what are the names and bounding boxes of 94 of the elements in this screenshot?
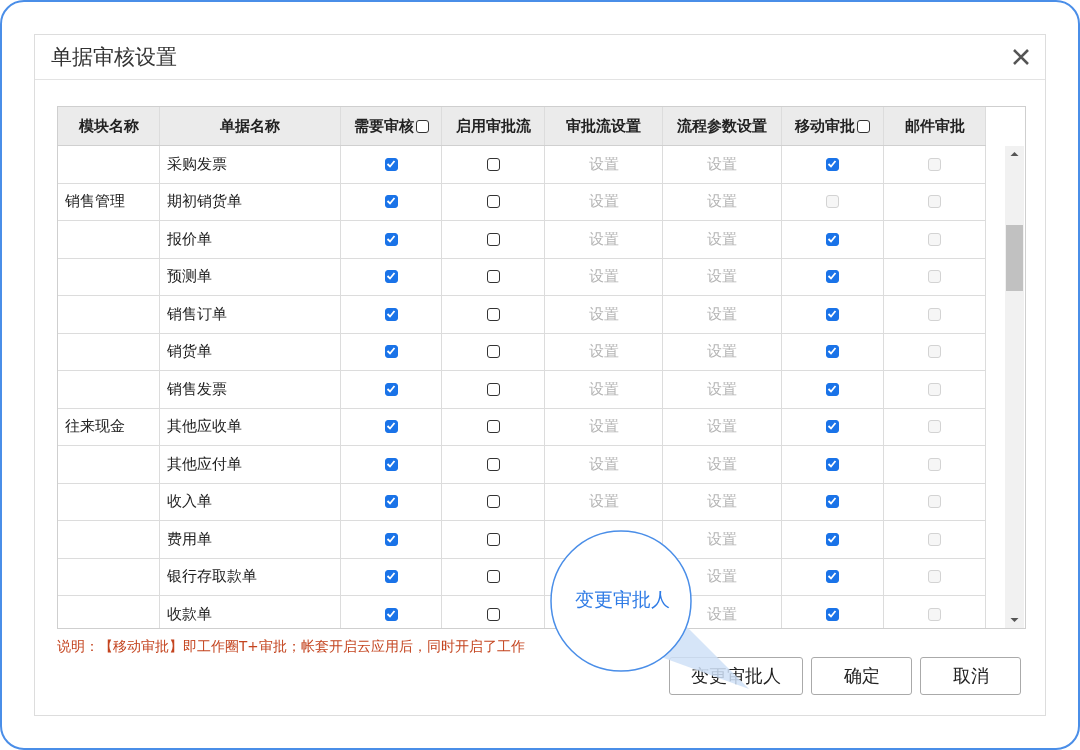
settings-link[interactable]: 设置 — [588, 379, 619, 399]
document-name: 销售订单 — [167, 304, 227, 324]
checkbox[interactable] — [384, 345, 398, 359]
document-name: 期初销货单 — [167, 192, 242, 212]
document-name: 费用单 — [167, 529, 212, 549]
checkbox[interactable] — [826, 232, 839, 246]
column-header: 审批流设置 — [566, 116, 641, 136]
document-name: 收入单 — [167, 492, 212, 512]
settings-link[interactable]: 设置 — [707, 154, 737, 174]
checkbox[interactable] — [384, 232, 398, 246]
note-text: 说明：【移动审批】即工作圈T+审批；帐套开启云应用后，同时开启了工作 — [57, 638, 525, 654]
checkbox[interactable] — [384, 270, 398, 284]
checkbox[interactable] — [384, 157, 398, 171]
settings-link[interactable]: 设置 — [707, 192, 737, 212]
scrollbar[interactable] — [1005, 146, 1024, 628]
column-header: 邮件审批 — [904, 116, 965, 136]
scroll-thumb[interactable] — [1006, 225, 1023, 291]
document-name: 其他应收单 — [167, 417, 242, 437]
document-name: 销货单 — [167, 342, 212, 362]
document-name: 销售发票 — [167, 379, 227, 399]
settings-link[interactable]: 设置 — [707, 454, 737, 474]
document-name: 采购发票 — [167, 154, 227, 174]
checkbox[interactable] — [384, 607, 398, 621]
settings-link[interactable]: 设置 — [707, 529, 737, 549]
document-name: 预测单 — [167, 267, 212, 287]
document-name: 银行存取款单 — [167, 567, 257, 587]
settings-link[interactable]: 设置 — [588, 267, 619, 287]
checkbox[interactable] — [826, 270, 839, 284]
settings-link[interactable]: 设置 — [707, 267, 737, 287]
column-header: 单据名称 — [220, 116, 280, 136]
checkbox[interactable] — [384, 195, 398, 209]
column-header: 移动审批 — [795, 116, 855, 136]
settings-link[interactable]: 设置 — [707, 342, 737, 362]
checkbox[interactable] — [486, 195, 500, 209]
settings-link[interactable]: 设置 — [707, 567, 737, 587]
checkbox[interactable] — [415, 119, 429, 133]
checkbox[interactable] — [486, 607, 500, 621]
checkbox[interactable] — [486, 157, 500, 171]
settings-link[interactable]: 设置 — [588, 229, 619, 249]
settings-link[interactable]: 设置 — [588, 492, 619, 512]
checkbox[interactable] — [384, 495, 398, 509]
checkbox[interactable] — [486, 532, 500, 546]
checkbox[interactable] — [826, 345, 839, 359]
checkbox[interactable] — [486, 420, 500, 434]
checkbox[interactable] — [384, 307, 398, 321]
settings-link[interactable]: 设置 — [707, 417, 737, 437]
checkbox[interactable] — [826, 532, 839, 546]
checkbox[interactable] — [384, 457, 398, 471]
document-name: 收款单 — [167, 604, 212, 624]
checkbox[interactable] — [384, 382, 398, 396]
dialog-button[interactable]: 确定 — [811, 657, 912, 695]
settings-link[interactable]: 设置 — [707, 604, 737, 624]
settings-link[interactable]: 设置 — [588, 154, 619, 174]
settings-link[interactable]: 设置 — [707, 379, 737, 399]
column-header: 启用审批流 — [455, 116, 531, 136]
close-icon[interactable] — [1011, 47, 1031, 67]
checkbox[interactable] — [486, 270, 500, 284]
document-name: 其他应付单 — [167, 454, 242, 474]
dialog-title: 单据审核设置 — [51, 44, 177, 71]
column-header: 需要审核 — [353, 116, 414, 136]
checkbox[interactable] — [384, 420, 398, 434]
callout-text: 变更审批人 — [573, 587, 671, 612]
settings-link[interactable]: 设置 — [588, 454, 619, 474]
checkbox[interactable] — [826, 570, 839, 584]
settings-link[interactable]: 设置 — [588, 192, 619, 212]
checkbox[interactable] — [826, 457, 839, 471]
checkbox[interactable] — [826, 420, 839, 434]
checkbox[interactable] — [486, 345, 500, 359]
checkbox[interactable] — [384, 532, 398, 546]
settings-link[interactable]: 设置 — [707, 492, 737, 512]
dialog-button[interactable]: 取消 — [920, 657, 1021, 695]
checkbox[interactable] — [826, 157, 839, 171]
checkbox[interactable] — [486, 495, 500, 509]
checkbox[interactable] — [826, 307, 839, 321]
checkbox[interactable] — [826, 382, 839, 396]
settings-link[interactable]: 设置 — [707, 304, 737, 324]
module-name: 往来现金 — [65, 417, 125, 437]
settings-link[interactable]: 设置 — [588, 342, 619, 362]
column-header: 模块名称 — [78, 116, 139, 136]
settings-link[interactable]: 设置 — [588, 417, 619, 437]
checkbox[interactable] — [486, 382, 500, 396]
checkbox[interactable] — [486, 457, 500, 471]
settings-link[interactable]: 设置 — [707, 229, 737, 249]
checkbox[interactable] — [826, 607, 839, 621]
document-name: 报价单 — [167, 229, 212, 249]
checkbox[interactable] — [857, 119, 870, 133]
checkbox[interactable] — [486, 232, 500, 246]
module-name: 销售管理 — [65, 192, 125, 212]
column-header: 流程参数设置 — [677, 116, 767, 136]
checkbox[interactable] — [486, 307, 500, 321]
checkbox[interactable] — [486, 570, 500, 584]
settings-link[interactable]: 设置 — [588, 304, 619, 324]
checkbox[interactable] — [384, 570, 398, 584]
checkbox[interactable] — [826, 495, 839, 509]
